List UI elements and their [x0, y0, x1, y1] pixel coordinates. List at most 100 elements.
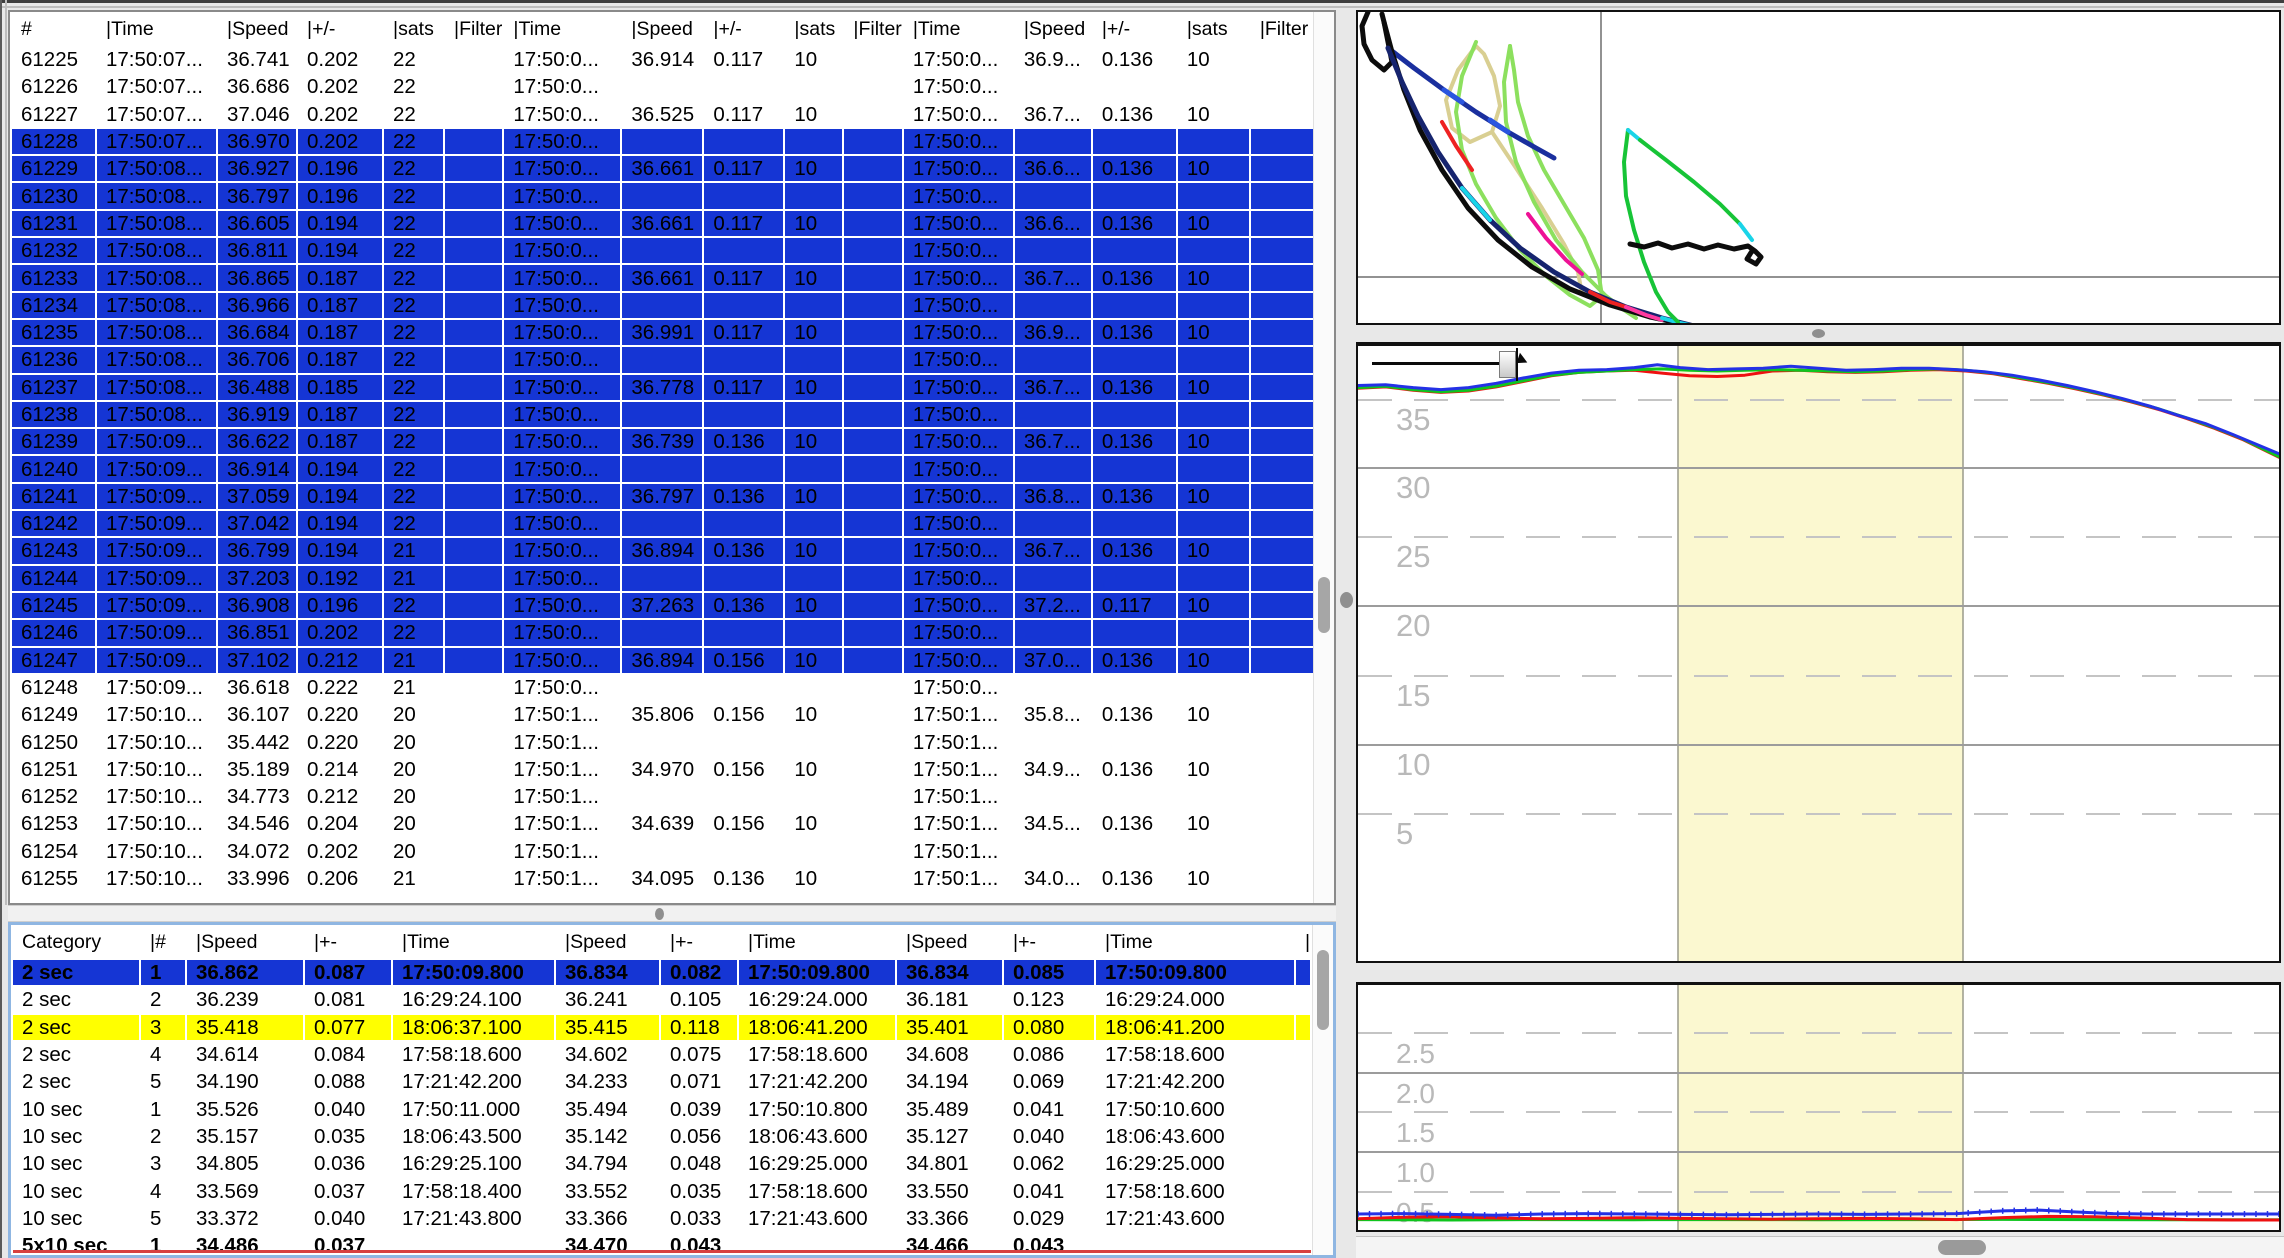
- result-row[interactable]: 2 sec136.8620.08717:50:09.80036.8340.082…: [12, 959, 1311, 986]
- column-header[interactable]: |Speed: [186, 926, 304, 959]
- column-header[interactable]: |sats: [383, 13, 444, 46]
- column-header[interactable]: |Time: [96, 13, 217, 46]
- column-header[interactable]: |sats: [784, 13, 843, 46]
- results-table-scrollbar[interactable]: [1312, 925, 1333, 1255]
- cell: [1295, 959, 1311, 986]
- point-row[interactable]: 6123117:50:08...36.6050.1942217:50:0...3…: [11, 210, 1333, 237]
- point-row[interactable]: 6124517:50:09...36.9080.1962217:50:0...3…: [11, 592, 1333, 619]
- column-header[interactable]: |Time: [392, 926, 555, 959]
- point-row[interactable]: 6124217:50:09...37.0420.1942217:50:0...1…: [11, 510, 1333, 537]
- cell: 5x10 sec: [12, 1232, 140, 1258]
- track-map-panel[interactable]: [1356, 10, 2281, 325]
- column-header[interactable]: |Speed: [555, 926, 660, 959]
- column-header[interactable]: |sats: [1177, 13, 1250, 46]
- column-header[interactable]: #: [11, 13, 96, 46]
- point-row[interactable]: 6124117:50:09...37.0590.1942217:50:0...3…: [11, 483, 1333, 510]
- point-row[interactable]: 6122817:50:07...36.9700.2022217:50:0...1…: [11, 128, 1333, 155]
- column-header[interactable]: |Filter: [1250, 13, 1317, 46]
- point-row[interactable]: 6123617:50:08...36.7060.1872217:50:0...1…: [11, 346, 1333, 373]
- cell: [784, 128, 843, 155]
- point-row[interactable]: 6124717:50:09...37.1020.2122117:50:0...3…: [11, 647, 1333, 674]
- error-chart-panel[interactable]: 2.52.01.51.00.5: [1356, 982, 2281, 1232]
- column-header[interactable]: |+/-: [297, 13, 383, 46]
- result-row[interactable]: 2 sec236.2390.08116:29:24.10036.2410.105…: [12, 986, 1311, 1013]
- column-header[interactable]: |+/-: [703, 13, 784, 46]
- column-header[interactable]: |Time: [503, 13, 621, 46]
- point-table-scroll-thumb[interactable]: [1318, 577, 1330, 633]
- column-header[interactable]: |#: [140, 926, 186, 959]
- point-row[interactable]: 6123817:50:08...36.9190.1872217:50:0...1…: [11, 401, 1333, 428]
- point-row[interactable]: 6122617:50:07...36.6860.2022217:50:0...1…: [11, 73, 1333, 100]
- speed-chart-canvas[interactable]: 3530252015105: [1358, 346, 2279, 961]
- point-row[interactable]: 6123017:50:08...36.7970.1962217:50:0...1…: [11, 182, 1333, 209]
- column-header[interactable]: Category: [12, 926, 140, 959]
- point-row[interactable]: 6125117:50:10...35.1890.2142017:50:1...3…: [11, 756, 1333, 783]
- result-row[interactable]: 5x10 sec134.4860.03734.4700.04334.4660.0…: [12, 1232, 1311, 1258]
- column-header[interactable]: |Filter: [843, 13, 902, 46]
- point-row[interactable]: 6124817:50:09...36.6180.2222117:50:0...1…: [11, 674, 1333, 701]
- cell: 17:50:0...: [903, 237, 1014, 264]
- result-row[interactable]: 10 sec334.8050.03616:29:25.10034.7940.04…: [12, 1150, 1311, 1177]
- chart-hscrollbar[interactable]: [1356, 1236, 2284, 1258]
- error-chart-canvas[interactable]: 2.52.01.51.00.5: [1358, 985, 2279, 1230]
- column-header[interactable]: |Speed: [217, 13, 297, 46]
- result-row[interactable]: 2 sec434.6140.08417:58:18.60034.6020.075…: [12, 1041, 1311, 1068]
- point-row[interactable]: 6123217:50:08...36.8110.1942217:50:0...1…: [11, 237, 1333, 264]
- point-row[interactable]: 6124017:50:09...36.9140.1942217:50:0...1…: [11, 455, 1333, 482]
- y-axis-label: 2.0: [1396, 1078, 1435, 1109]
- results-table[interactable]: Category|#|Speed|+-|Time|Speed|+-|Time|S…: [11, 925, 1312, 1258]
- column-header[interactable]: |+-: [304, 926, 392, 959]
- point-row[interactable]: 6125017:50:10...35.4420.2202017:50:1...1…: [11, 728, 1333, 755]
- result-row[interactable]: 10 sec235.1570.03518:06:43.50035.1420.05…: [12, 1123, 1311, 1150]
- y-axis-label: 30: [1396, 470, 1430, 505]
- point-row[interactable]: 6124417:50:09...37.2030.1922117:50:0...1…: [11, 565, 1333, 592]
- point-row[interactable]: 6125417:50:10...34.0720.2022017:50:1...1…: [11, 838, 1333, 865]
- point-row[interactable]: 6124917:50:10...36.1070.2202017:50:1...3…: [11, 701, 1333, 728]
- column-header[interactable]: |Speed: [621, 13, 703, 46]
- column-header[interactable]: |Time: [1095, 926, 1295, 959]
- result-row[interactable]: 2 sec335.4180.07718:06:37.10035.4150.118…: [12, 1014, 1311, 1041]
- table-splitter-handle[interactable]: [655, 908, 664, 920]
- point-row[interactable]: 6123717:50:08...36.4880.1852217:50:0...3…: [11, 374, 1333, 401]
- column-header[interactable]: |Speed: [896, 926, 1003, 959]
- time-zoom-slider-track[interactable]: [1372, 362, 1502, 365]
- column-header[interactable]: |Time: [738, 926, 896, 959]
- table-splitter[interactable]: [8, 905, 1336, 922]
- point-row[interactable]: 6125217:50:10...34.7730.2122017:50:1...1…: [11, 783, 1333, 810]
- column-header[interactable]: |+-: [1003, 926, 1095, 959]
- time-zoom-slider-handle[interactable]: [1499, 351, 1516, 378]
- selection-band: [1678, 985, 1963, 1230]
- point-table-scrollbar[interactable]: [1313, 12, 1334, 903]
- point-table[interactable]: #|Time|Speed|+/-|sats|Filter|Time|Speed|…: [10, 12, 1334, 893]
- column-header[interactable]: |Time: [903, 13, 1014, 46]
- track-map-canvas[interactable]: [1358, 12, 2279, 323]
- point-row[interactable]: 6124317:50:09...36.7990.1942117:50:0...3…: [11, 537, 1333, 564]
- cell: 21: [383, 647, 444, 674]
- pane-splitter-handle[interactable]: [1340, 592, 1353, 608]
- result-row[interactable]: 10 sec135.5260.04017:50:11.00035.4940.03…: [12, 1095, 1311, 1122]
- point-row[interactable]: 6123417:50:08...36.9660.1872217:50:0...1…: [11, 292, 1333, 319]
- chart-hscroll-thumb[interactable]: [1938, 1240, 1986, 1255]
- result-row[interactable]: 2 sec534.1900.08817:21:42.20034.2330.071…: [12, 1068, 1311, 1095]
- cell: [444, 455, 503, 482]
- point-row[interactable]: 6122517:50:07...36.7410.2022217:50:0...3…: [11, 46, 1333, 73]
- result-row[interactable]: 10 sec433.5690.03717:58:18.40033.5520.03…: [12, 1177, 1311, 1204]
- results-table-scroll-thumb[interactable]: [1317, 950, 1329, 1030]
- point-row[interactable]: 6125317:50:10...34.5460.2042017:50:1...3…: [11, 810, 1333, 837]
- map-chart-splitter-handle[interactable]: [1812, 329, 1825, 338]
- point-row[interactable]: 6123517:50:08...36.6840.1872217:50:0...3…: [11, 319, 1333, 346]
- point-row[interactable]: 6125517:50:10...33.9960.2062117:50:1...3…: [11, 865, 1333, 892]
- point-row[interactable]: 6124617:50:09...36.8510.2022217:50:0...1…: [11, 619, 1333, 646]
- point-row[interactable]: 6123317:50:08...36.8650.1872217:50:0...3…: [11, 264, 1333, 291]
- column-header[interactable]: |Speed: [1014, 13, 1092, 46]
- column-header[interactable]: |: [1295, 926, 1311, 959]
- column-header[interactable]: |Filter: [444, 13, 503, 46]
- result-row[interactable]: 10 sec533.3720.04017:21:43.80033.3660.03…: [12, 1205, 1311, 1232]
- cell: 33.569: [186, 1177, 304, 1204]
- point-row[interactable]: 6122917:50:08...36.9270.1962217:50:0...3…: [11, 155, 1333, 182]
- point-row[interactable]: 6122717:50:07...37.0460.2022217:50:0...3…: [11, 101, 1333, 128]
- speed-chart-panel[interactable]: 3530252015105: [1356, 342, 2281, 963]
- column-header[interactable]: |+-: [660, 926, 738, 959]
- column-header[interactable]: |+/-: [1092, 13, 1177, 46]
- point-row[interactable]: 6123917:50:09...36.6220.1872217:50:0...3…: [11, 428, 1333, 455]
